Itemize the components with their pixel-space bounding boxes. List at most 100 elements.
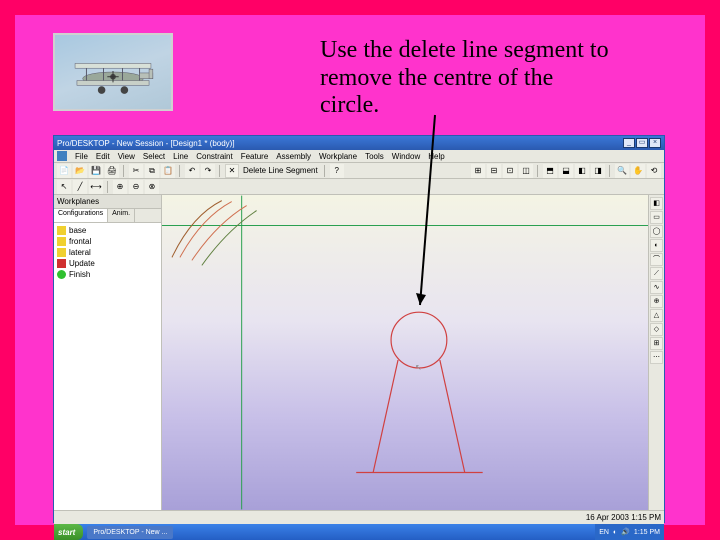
menu-select[interactable]: Select xyxy=(143,152,165,161)
rtool-1[interactable]: ▭ xyxy=(650,211,663,224)
tab-configurations[interactable]: Configurations xyxy=(54,209,108,222)
separator xyxy=(537,165,539,177)
select-tool[interactable]: ↖ xyxy=(57,180,71,194)
view-button-2[interactable]: ⊟ xyxy=(487,164,501,178)
drawing-canvas[interactable]: ↖ xyxy=(162,195,648,510)
rtool-9[interactable]: ◇ xyxy=(650,323,663,336)
line-tool[interactable]: ╱ xyxy=(73,180,87,194)
save-button[interactable]: 💾 xyxy=(89,164,103,178)
menu-view[interactable]: View xyxy=(118,152,135,161)
tree-item[interactable]: frontal xyxy=(57,236,158,247)
view-button-3[interactable]: ⊡ xyxy=(503,164,517,178)
separator xyxy=(324,165,326,177)
view-button-6[interactable]: ⬓ xyxy=(559,164,573,178)
new-button[interactable]: 📄 xyxy=(57,164,71,178)
rtool-5[interactable]: ⟋ xyxy=(650,267,663,280)
close-button[interactable]: × xyxy=(649,138,661,148)
tray-icon: ◐ xyxy=(613,529,617,536)
app-icon xyxy=(57,151,67,161)
menu-tools[interactable]: Tools xyxy=(365,152,384,161)
tab-anim[interactable]: Anim. xyxy=(108,209,135,222)
right-toolbar: ◧ ▭ ◯ ◐ ⌒ ⟋ ∿ ⊕ △ ◇ ⊞ ⋯ xyxy=(648,195,664,510)
tray-icon: 🔊 xyxy=(621,528,630,536)
menu-window[interactable]: Window xyxy=(392,152,420,161)
rtool-3[interactable]: ◐ xyxy=(650,239,663,252)
rtool-8[interactable]: △ xyxy=(650,309,663,322)
view-button-5[interactable]: ⬒ xyxy=(543,164,557,178)
tree-label: Finish xyxy=(69,270,90,279)
open-button[interactable]: 📂 xyxy=(73,164,87,178)
toolbar-secondary: ↖ ╱ ⟷ ⊕ ⊖ ⊗ xyxy=(54,179,664,195)
tray-time: 1:15 PM xyxy=(634,529,660,536)
view-button-7[interactable]: ◧ xyxy=(575,164,589,178)
tree: base frontal lateral Update Finish xyxy=(54,223,161,510)
print-button[interactable]: 🖨 xyxy=(105,164,119,178)
undo-button[interactable]: ↶ xyxy=(185,164,199,178)
view-button-1[interactable]: ⊞ xyxy=(471,164,485,178)
tree-item[interactable]: Update xyxy=(57,258,158,269)
sketch: ↖ xyxy=(162,195,648,510)
cut-button[interactable]: ✂ xyxy=(129,164,143,178)
status-right: 16 Apr 2003 1:15 PM xyxy=(586,513,661,522)
tree-label: base xyxy=(69,226,86,235)
start-label: start xyxy=(58,528,75,537)
menu-file[interactable]: File xyxy=(75,152,88,161)
zoom-button[interactable]: 🔍 xyxy=(615,164,629,178)
minimize-button[interactable]: _ xyxy=(623,138,635,148)
titlebar[interactable]: Pro/DESKTOP - New Session - [Design1 * (… xyxy=(54,136,664,150)
tree-label: Update xyxy=(69,259,95,268)
app-window: Pro/DESKTOP - New Session - [Design1 * (… xyxy=(53,135,665,523)
maximize-button[interactable]: ▭ xyxy=(636,138,648,148)
rtool-4[interactable]: ⌒ xyxy=(650,253,663,266)
view-button-4[interactable]: ◫ xyxy=(519,164,533,178)
workplane-icon xyxy=(57,237,66,246)
rtool-7[interactable]: ⊕ xyxy=(650,295,663,308)
pan-button[interactable]: ✋ xyxy=(631,164,645,178)
update-icon xyxy=(57,259,66,268)
rtool-11[interactable]: ⋯ xyxy=(650,351,663,364)
menu-assembly[interactable]: Assembly xyxy=(276,152,311,161)
paste-button[interactable]: 📋 xyxy=(161,164,175,178)
tree-item[interactable]: lateral xyxy=(57,247,158,258)
rtool-2[interactable]: ◯ xyxy=(650,225,663,238)
tree-label: lateral xyxy=(69,248,91,257)
separator xyxy=(219,165,221,177)
svg-text:↖: ↖ xyxy=(415,363,422,372)
separator xyxy=(179,165,181,177)
taskbar-item[interactable]: Pro/DESKTOP - New ... xyxy=(87,526,173,539)
tool-a[interactable]: ⊕ xyxy=(113,180,127,194)
tree-item[interactable]: Finish xyxy=(57,269,158,280)
tray-lang: EN xyxy=(599,529,609,536)
copy-button[interactable]: ⧉ xyxy=(145,164,159,178)
finish-icon xyxy=(57,270,66,279)
tree-label: frontal xyxy=(69,237,91,246)
help-button[interactable]: ? xyxy=(330,164,344,178)
workplane-icon xyxy=(57,248,66,257)
instruction-text: Use the delete line segment to remove th… xyxy=(320,37,610,120)
biplane-thumbnail xyxy=(53,33,173,111)
menu-constraint[interactable]: Constraint xyxy=(196,152,232,161)
rtool-6[interactable]: ∿ xyxy=(650,281,663,294)
menubar: File Edit View Select Line Constraint Fe… xyxy=(54,150,664,163)
view-button-8[interactable]: ◨ xyxy=(591,164,605,178)
menu-help[interactable]: Help xyxy=(428,152,444,161)
menu-workplane[interactable]: Workplane xyxy=(319,152,357,161)
tool-b[interactable]: ⊖ xyxy=(129,180,143,194)
delete-segment-button[interactable]: ✕ xyxy=(225,164,239,178)
rotate-button[interactable]: ⟲ xyxy=(647,164,661,178)
tool-c[interactable]: ⊗ xyxy=(145,180,159,194)
workarea: Workplanes Configurations Anim. base fro… xyxy=(54,195,664,510)
menu-line[interactable]: Line xyxy=(173,152,188,161)
separator xyxy=(123,165,125,177)
dim-tool[interactable]: ⟷ xyxy=(89,180,103,194)
system-tray[interactable]: EN ◐ 🔊 1:15 PM xyxy=(595,524,664,540)
window-buttons: _ ▭ × xyxy=(623,138,661,148)
start-button[interactable]: start xyxy=(54,524,83,540)
menu-feature[interactable]: Feature xyxy=(241,152,269,161)
rtool-0[interactable]: ◧ xyxy=(650,197,663,210)
tree-item[interactable]: base xyxy=(57,225,158,236)
workplane-icon xyxy=(57,226,66,235)
menu-edit[interactable]: Edit xyxy=(96,152,110,161)
redo-button[interactable]: ↷ xyxy=(201,164,215,178)
rtool-10[interactable]: ⊞ xyxy=(650,337,663,350)
